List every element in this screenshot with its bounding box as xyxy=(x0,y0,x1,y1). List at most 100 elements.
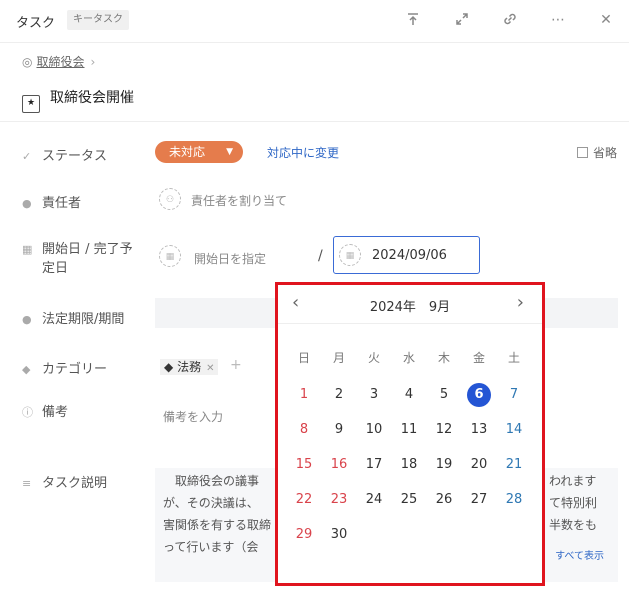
calendar-day[interactable]: 15 xyxy=(289,453,319,477)
link-icon[interactable] xyxy=(501,11,519,29)
calendar-day[interactable]: 11 xyxy=(394,418,424,442)
calendar-day[interactable]: 30 xyxy=(324,523,354,547)
assign-avatar-icon[interactable]: ⚇ xyxy=(159,188,181,210)
calendar-day[interactable]: 24 xyxy=(359,488,389,512)
key-task-badge[interactable]: キータスク xyxy=(67,10,129,30)
calendar-day[interactable]: 8 xyxy=(289,418,319,442)
calendar-day[interactable]: 7 xyxy=(499,383,529,407)
remove-tag-icon[interactable]: ✕ xyxy=(206,363,214,374)
remarks-label-text: 備考 xyxy=(42,405,69,420)
legal-deadline-label-text: 法定期限/期間 xyxy=(42,312,125,327)
weekday-header: 木 xyxy=(437,351,450,365)
calendar-day[interactable]: 20 xyxy=(464,453,494,477)
divider xyxy=(0,121,629,122)
description-line-tail: われます xyxy=(549,474,597,488)
remarks-input[interactable]: 備考を入力 xyxy=(163,408,223,425)
status-label-text: ステータス xyxy=(42,149,108,164)
show-all-link[interactable]: すべて表示 xyxy=(555,546,604,568)
calendar-day[interactable]: 1 xyxy=(289,383,319,407)
remarks-label: ⓘ 備考 xyxy=(22,401,68,420)
add-category-icon[interactable]: + xyxy=(230,357,242,373)
chevron-right-icon: › xyxy=(90,55,96,69)
status-value: 未対応 xyxy=(169,145,206,159)
calendar-day-selected[interactable]: 6 xyxy=(467,383,491,407)
dates-label-line2: 定日 xyxy=(42,261,69,276)
close-icon[interactable]: ✕ xyxy=(597,11,615,29)
status-label: ✓ ステータス xyxy=(22,145,107,164)
category-tag-text: 法務 xyxy=(177,360,202,374)
owner-label-text: 責任者 xyxy=(42,196,82,211)
calendar-day[interactable]: 19 xyxy=(429,453,459,477)
owner-placeholder[interactable]: 責任者を割り当て xyxy=(191,192,287,209)
target-icon: ◎ xyxy=(22,55,33,69)
info-icon: ⓘ xyxy=(22,406,33,419)
breadcrumb: ◎ 取締役会 › xyxy=(22,53,95,70)
description-label: ≡ タスク説明 xyxy=(22,472,107,491)
weekday-header: 月 xyxy=(332,351,345,365)
more-icon[interactable]: ⋯ xyxy=(549,11,567,29)
description-line-tail: 半数をも xyxy=(549,518,598,532)
calendar-day[interactable]: 14 xyxy=(499,418,529,442)
calendar-day[interactable]: 16 xyxy=(324,453,354,477)
start-date-calendar-icon[interactable]: ▦ xyxy=(159,245,181,267)
calendar-day[interactable]: 29 xyxy=(289,523,319,547)
category-tag[interactable]: ◆ 法務 ✕ xyxy=(160,359,219,375)
calendar-day[interactable]: 21 xyxy=(499,453,529,477)
breadcrumb-parent-link[interactable]: 取締役会 xyxy=(36,55,84,69)
person-icon: ● xyxy=(22,313,32,326)
calendar-day[interactable]: 4 xyxy=(394,383,424,407)
calendar-day[interactable]: 5 xyxy=(429,383,459,407)
due-date-value: 2024/09/06 xyxy=(372,248,447,263)
description-label-text: タスク説明 xyxy=(42,476,108,491)
weekday-header: 日 xyxy=(297,351,310,365)
calendar-day[interactable]: 25 xyxy=(394,488,424,512)
calendar-day[interactable]: 12 xyxy=(429,418,459,442)
omit-checkbox[interactable]: 省略 xyxy=(577,144,617,161)
dates-label: ▦ 開始日 / 完了予 定日 xyxy=(22,240,133,278)
calendar-day[interactable]: 13 xyxy=(464,418,494,442)
date-picker-popup: ‹ 2024年 9月 › 日月火水木金土 1 2 3 4 5 6 7 8 9 10 11 12 13 14 1… xyxy=(275,282,545,586)
due-date-calendar-icon: ▦ xyxy=(339,244,361,266)
calendar-day[interactable]: 23 xyxy=(324,488,354,512)
change-status-link[interactable]: 対応中に変更 xyxy=(267,144,339,161)
calendar-day[interactable]: 17 xyxy=(359,453,389,477)
collapse-up-icon[interactable] xyxy=(404,11,422,29)
task-title-text: 取締役会開催 xyxy=(50,90,134,106)
calendar-day[interactable]: 2 xyxy=(324,383,354,407)
check-icon: ✓ xyxy=(22,150,32,163)
dates-label-line1: 開始日 / 完了予 xyxy=(42,242,133,257)
calendar-day[interactable]: 3 xyxy=(359,383,389,407)
tag-icon: ◆ xyxy=(22,363,31,376)
weekday-header: 金 xyxy=(472,351,485,365)
calendar-header: ‹ 2024年 9月 › xyxy=(278,285,542,324)
weekday-header: 火 xyxy=(367,351,380,365)
tag-icon: ◆ xyxy=(164,360,174,374)
expand-icon[interactable] xyxy=(453,11,471,29)
calendar-day[interactable]: 28 xyxy=(499,488,529,512)
weekday-header: 水 xyxy=(402,351,415,365)
category-label-text: カテゴリー xyxy=(42,362,108,377)
legal-deadline-label: ● 法定期限/期間 xyxy=(22,308,124,327)
omit-label: 省略 xyxy=(593,146,618,160)
person-icon: ● xyxy=(22,197,32,210)
next-month-icon[interactable]: › xyxy=(517,292,524,313)
calendar-day[interactable]: 22 xyxy=(289,488,319,512)
due-date-input[interactable]: ▦ 2024/09/06 xyxy=(333,236,480,274)
panel-title: タスク xyxy=(16,16,56,31)
status-dropdown[interactable]: 未対応 ▼ xyxy=(155,141,243,163)
start-date-placeholder[interactable]: 開始日を指定 xyxy=(194,250,266,267)
calendar-day[interactable]: 9 xyxy=(324,418,354,442)
calendar-day[interactable]: 10 xyxy=(359,418,389,442)
weekday-header: 土 xyxy=(507,351,520,365)
date-separator: / xyxy=(318,248,323,264)
panel-header: タスク キータスク ⋯ ✕ xyxy=(0,0,629,43)
calendar-day[interactable]: 26 xyxy=(429,488,459,512)
description-line-tail: て特別利 xyxy=(549,496,598,510)
calendar-day[interactable]: 27 xyxy=(464,488,494,512)
calendar-day[interactable]: 18 xyxy=(394,453,424,477)
task-title: ★ 取締役会開催 xyxy=(22,87,134,113)
chevron-down-icon: ▼ xyxy=(226,147,233,157)
calendar-month-title: 2024年 9月 xyxy=(369,300,451,315)
category-label: ◆ カテゴリー xyxy=(22,358,107,377)
checkbox-icon xyxy=(577,147,588,158)
